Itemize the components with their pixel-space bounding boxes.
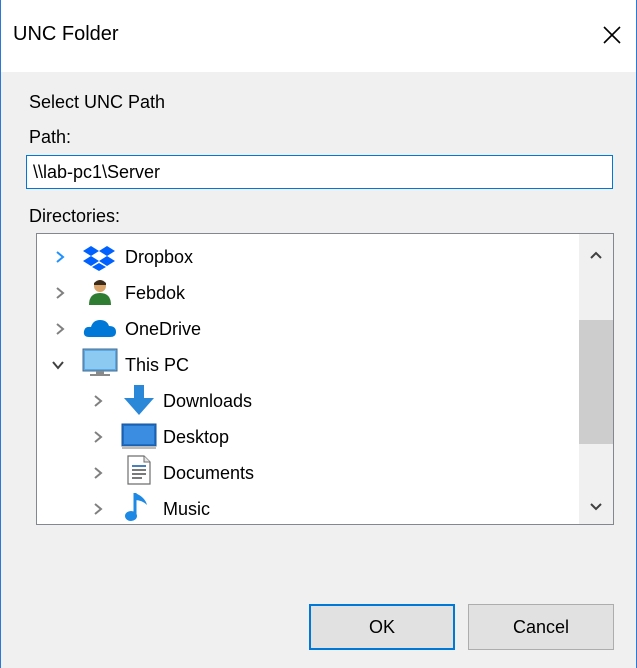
directory-tree[interactable]: Dropbox Febdok OneDrive This PC Download…	[36, 233, 614, 525]
select-unc-path-label: Select UNC Path	[29, 92, 166, 112]
scroll-down-arrow-icon[interactable]	[589, 502, 603, 512]
vertical-scrollbar[interactable]	[579, 234, 613, 524]
scroll-up-arrow-icon[interactable]	[589, 250, 603, 260]
downloads-icon	[124, 385, 154, 415]
tree-item-label: Downloads	[163, 391, 253, 411]
path-input[interactable]	[26, 155, 613, 189]
documents-icon	[127, 455, 151, 485]
chevron-right-icon[interactable]	[91, 430, 105, 444]
dropbox-icon	[83, 246, 115, 271]
user-folder-icon	[89, 280, 111, 305]
chevron-right-icon[interactable]	[91, 394, 105, 408]
onedrive-icon	[83, 320, 116, 337]
dialog-title: UNC Folder	[13, 23, 119, 45]
chevron-down-icon[interactable]	[51, 358, 65, 372]
close-button[interactable]	[597, 20, 627, 50]
chevron-right-icon[interactable]	[91, 502, 105, 516]
directories-label: Directories:	[29, 206, 121, 226]
chevron-right-icon[interactable]	[91, 466, 105, 480]
unc-folder-dialog: UNC Folder Select UNC Path Path: Directo…	[0, 0, 637, 668]
chevron-right-icon[interactable]	[53, 286, 67, 300]
title-bar[interactable]: UNC Folder	[1, 0, 636, 72]
tree-item-label: Febdok	[125, 283, 186, 303]
chevron-right-icon[interactable]	[53, 250, 67, 264]
music-icon	[125, 493, 147, 521]
tree-item-label: Music	[163, 499, 211, 519]
tree-item-label: Documents	[163, 463, 255, 483]
cancel-button[interactable]: Cancel	[468, 604, 614, 650]
computer-icon	[82, 348, 118, 376]
path-label: Path:	[29, 127, 72, 147]
desktop-icon	[121, 423, 157, 449]
close-icon	[603, 26, 621, 44]
tree-item-label: Desktop	[163, 427, 230, 447]
ok-button[interactable]: OK	[309, 604, 455, 650]
chevron-right-icon[interactable]	[53, 322, 67, 336]
scrollbar-thumb[interactable]	[579, 320, 613, 444]
tree-item-label: Dropbox	[125, 247, 194, 267]
tree-item-label: This PC	[125, 355, 190, 375]
tree-item-label: OneDrive	[125, 319, 202, 339]
